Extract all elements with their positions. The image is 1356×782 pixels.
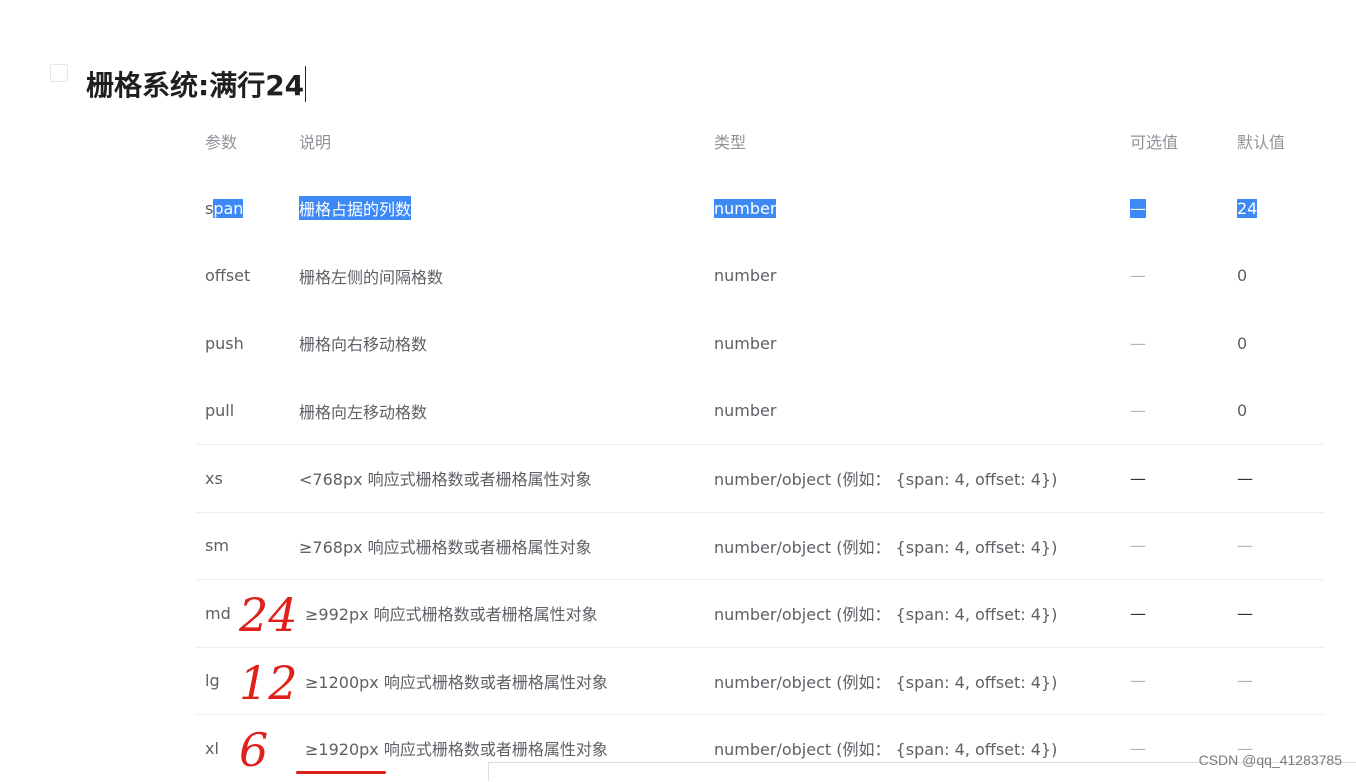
default-cell: — (1237, 738, 1253, 758)
desc-cell: <768px 响应式栅格数或者栅格属性对象 (299, 470, 592, 490)
param-cell: xs (205, 468, 223, 488)
table-row: md 24 ≥992px 响应式栅格数或者栅格属性对象 number/objec… (195, 579, 1325, 647)
param-cell: sm (205, 536, 229, 556)
checkbox-icon[interactable] (50, 64, 68, 82)
default-cell: — (1237, 671, 1253, 691)
type-cell: number/object (例如： {span: 4, offset: 4}) (714, 672, 1058, 692)
window-edge-corner (488, 762, 489, 781)
table-row: lg 12 ≥1200px 响应式栅格数或者栅格属性对象 number/obje… (195, 646, 1325, 715)
param-cell: offset (205, 266, 251, 286)
heading: 栅格系统:满行24 (50, 62, 307, 106)
desc-cell: ≥1200px 响应式栅格数或者栅格属性对象 (305, 672, 608, 692)
table-row: sm ≥768px 响应式栅格数或者栅格属性对象 number/object (… (195, 511, 1325, 580)
options-cell: — (1130, 401, 1146, 421)
table-header: 参数 说明 类型 可选值 默认值 (195, 108, 1325, 174)
type-cell: number (714, 333, 777, 353)
desc-cell: 栅格向左移动格数 (299, 402, 428, 422)
watermark: CSDN @qq_41283785 (1198, 752, 1342, 768)
header-options: 可选值 (1130, 133, 1179, 152)
desc-cell: 栅格左侧的间隔格数 (299, 267, 444, 287)
options-cell: — (1130, 603, 1146, 623)
param-text-unselected: s (205, 198, 214, 218)
header-desc: 说明 (299, 133, 332, 152)
default-cell: 0 (1237, 266, 1248, 286)
type-cell: number (714, 401, 777, 421)
header-param: 参数 (205, 133, 238, 152)
type-cell: number/object (例如： {span: 4, offset: 4}) (714, 740, 1058, 760)
default-cell: — (1237, 603, 1253, 623)
table-row: offset 栅格左侧的间隔格数 number — 0 (195, 242, 1325, 310)
text-cursor (305, 66, 307, 102)
param-cell: xl (205, 738, 219, 758)
desc-cell: 栅格占据的列数 (299, 175, 412, 242)
header-type: 类型 (714, 133, 747, 152)
type-text: number (714, 198, 777, 218)
options-cell: — (1130, 671, 1146, 691)
type-cell: number (714, 266, 777, 286)
default-cell: — (1237, 536, 1253, 556)
default-cell: 24 (1237, 175, 1258, 242)
param-cell: lg (205, 671, 220, 691)
table-row: s pan 栅格占据的列数 number — 24 (195, 174, 1325, 242)
attributes-table: 参数 说明 类型 可选值 默认值 s pan 栅格占据的列数 number — 2… (195, 108, 1325, 782)
desc-cell: 栅格向右移动格数 (299, 335, 428, 355)
param-text-selected: pan (213, 198, 244, 218)
options-text: — (1130, 198, 1146, 218)
handwritten-underline (296, 771, 386, 774)
options-cell: — (1130, 536, 1146, 556)
param-cell: pull (205, 401, 235, 421)
desc-cell: ≥768px 响应式栅格数或者栅格属性对象 (299, 537, 592, 557)
param-cell: s pan (205, 175, 244, 242)
default-text: 24 (1237, 198, 1258, 218)
options-cell: — (1130, 738, 1146, 758)
options-cell: — (1130, 468, 1146, 488)
table-row: pull 栅格向左移动格数 number — 0 (195, 377, 1325, 445)
param-cell: md (205, 603, 231, 623)
desc-cell: ≥992px 响应式栅格数或者栅格属性对象 (305, 605, 598, 625)
handwritten-annotation: 6 (239, 723, 269, 777)
options-cell: — (1130, 175, 1146, 242)
default-cell: 0 (1237, 401, 1248, 421)
options-cell: — (1130, 266, 1146, 286)
default-cell: — (1237, 468, 1253, 488)
type-cell: number/object (例如： {span: 4, offset: 4}) (714, 470, 1058, 490)
options-cell: — (1130, 333, 1146, 353)
param-cell: push (205, 333, 244, 353)
type-cell: number/object (例如： {span: 4, offset: 4}) (714, 605, 1058, 625)
table-row: push 栅格向右移动格数 number — 0 (195, 309, 1325, 377)
page-title[interactable]: 栅格系统:满行24 (86, 64, 304, 104)
table-row: xs <768px 响应式栅格数或者栅格属性对象 number/object (… (195, 444, 1325, 512)
handwritten-annotation: 12 (239, 655, 298, 710)
header-default: 默认值 (1237, 133, 1286, 152)
desc-text: 栅格占据的列数 (299, 196, 412, 221)
default-cell: 0 (1237, 333, 1248, 353)
handwritten-annotation: 24 (239, 588, 298, 642)
type-cell: number/object (例如： {span: 4, offset: 4}) (714, 537, 1058, 557)
type-cell: number (714, 175, 777, 242)
